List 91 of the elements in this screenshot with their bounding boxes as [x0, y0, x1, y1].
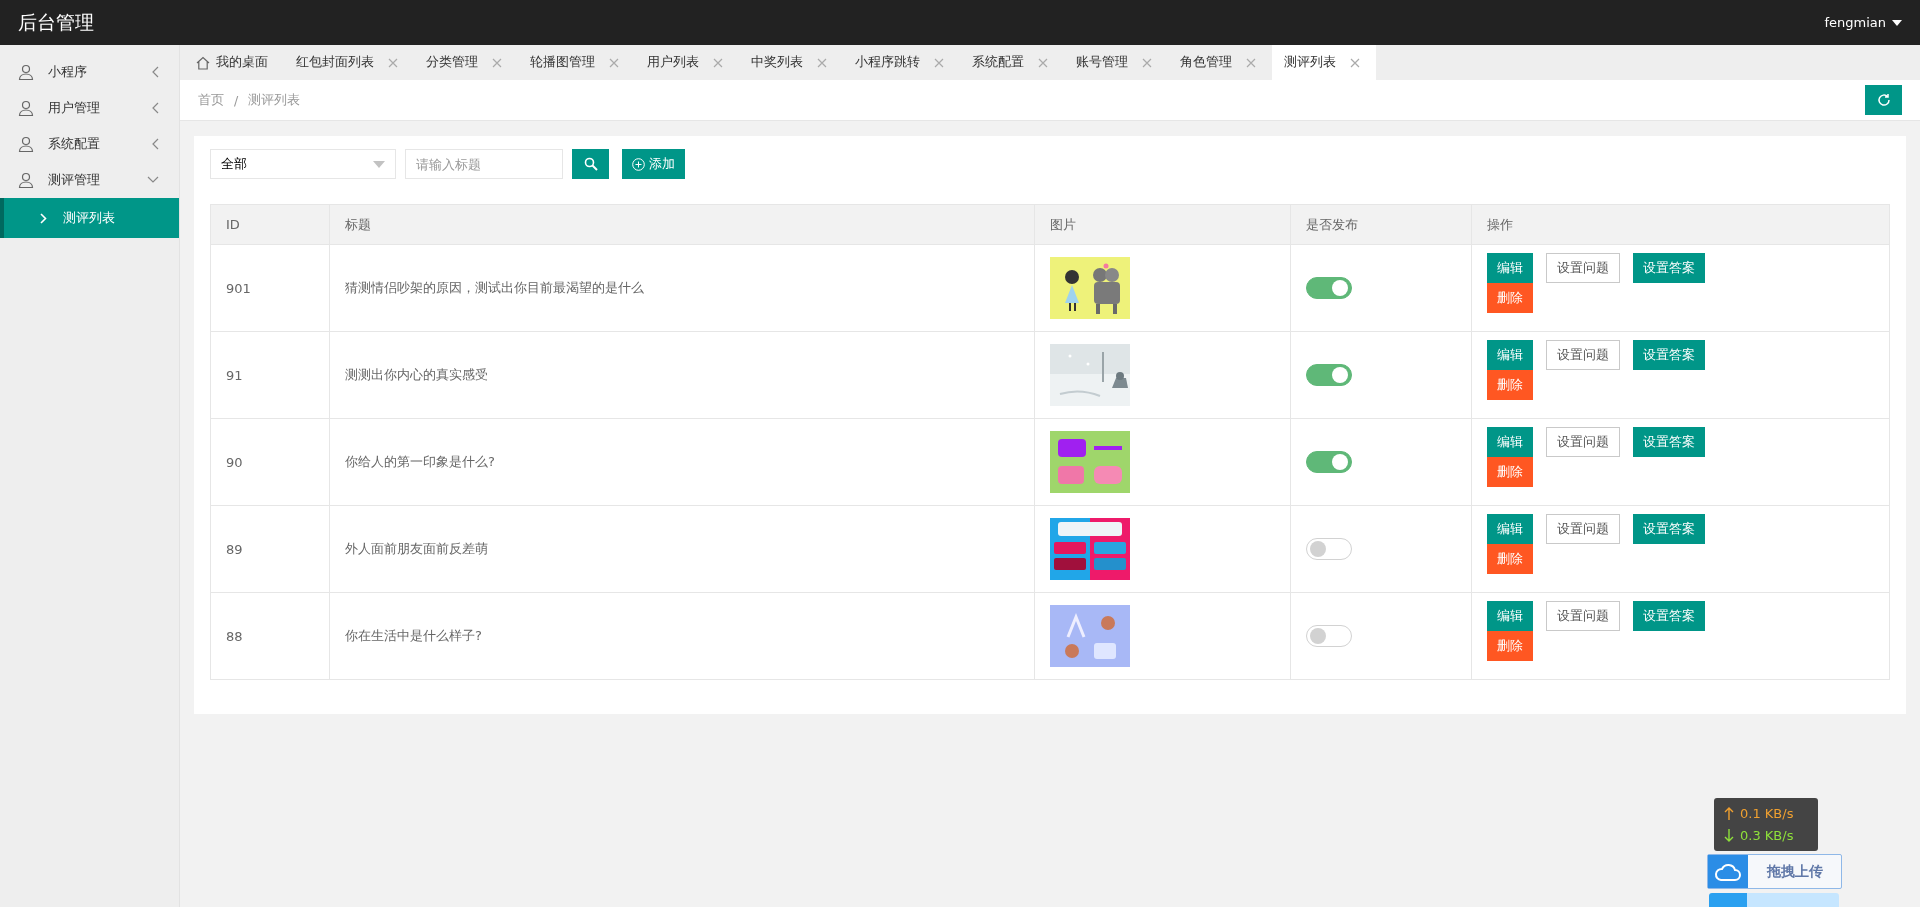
upload-speed: 0.1 KB/s [1740, 805, 1794, 821]
action-button[interactable]: 设置问题 [1546, 601, 1620, 631]
close-icon[interactable] [1246, 57, 1256, 68]
close-icon[interactable] [492, 57, 502, 68]
chevron-left-icon [151, 66, 159, 78]
cloud-icon [1714, 861, 1742, 882]
download-speed: 0.3 KB/s [1740, 828, 1794, 844]
table-cell: 测测出你内心的真实感受 [329, 331, 1035, 419]
table-cell: 901 [210, 244, 330, 332]
action-button[interactable]: 设置答案 [1633, 514, 1705, 544]
publish-switch[interactable] [1306, 364, 1352, 386]
refresh-button[interactable] [1865, 85, 1902, 115]
action-button[interactable]: 设置答案 [1633, 427, 1705, 457]
sidebar-item[interactable]: 小程序 [0, 54, 179, 90]
close-icon[interactable] [1350, 57, 1360, 68]
action-button[interactable]: 设置问题 [1546, 514, 1620, 544]
action-button[interactable]: 编辑 [1487, 253, 1533, 283]
action-button[interactable]: 设置问题 [1546, 427, 1620, 457]
tab[interactable]: 轮播图管理 [518, 45, 635, 80]
column-header: 标题 [329, 204, 1035, 245]
close-icon[interactable] [713, 57, 723, 68]
caret-icon [373, 160, 385, 168]
table-cell: 你给人的第一印象是什么? [329, 418, 1035, 506]
sidebar-item[interactable]: 用户管理 [0, 90, 179, 126]
user-menu[interactable]: fengmian [1824, 15, 1902, 30]
close-icon[interactable] [388, 57, 398, 68]
user-icon [18, 64, 34, 80]
tab[interactable]: 系统配置 [960, 45, 1064, 80]
tab[interactable]: 红包封面列表 [284, 45, 414, 80]
column-header: 是否发布 [1290, 204, 1472, 245]
chevron-right-icon [40, 212, 47, 224]
search-button[interactable] [572, 149, 609, 179]
sidebar-item[interactable]: 测评管理 [0, 162, 179, 198]
chevron-left-icon [151, 138, 159, 150]
action-button[interactable]: 设置答案 [1633, 340, 1705, 370]
tab[interactable]: 账号管理 [1064, 45, 1168, 80]
tab[interactable]: 测评列表 [1272, 45, 1376, 80]
action-button[interactable]: 编辑 [1487, 514, 1533, 544]
user-icon [18, 100, 34, 116]
tab[interactable]: 中奖列表 [739, 45, 843, 80]
table-cell: 90 [210, 418, 330, 506]
action-button[interactable]: 设置答案 [1633, 601, 1705, 631]
action-button[interactable]: 编辑 [1487, 601, 1533, 631]
close-icon[interactable] [1142, 57, 1152, 68]
publish-switch[interactable] [1306, 538, 1352, 560]
caret-icon [1892, 19, 1902, 26]
action-button[interactable]: 编辑 [1487, 340, 1533, 370]
add-button[interactable]: 添加 [622, 149, 685, 179]
sidebar-subitem[interactable]: 测评列表 [0, 198, 179, 238]
table-cell: 你在生活中是什么样子? [329, 592, 1035, 680]
breadcrumb-separator: / [234, 92, 239, 108]
publish-switch[interactable] [1306, 451, 1352, 473]
tab[interactable]: 角色管理 [1168, 45, 1272, 80]
table-cell: 88 [210, 592, 330, 680]
column-header: 操作 [1471, 204, 1890, 245]
table-cell: 外人面前朋友面前反差萌 [329, 505, 1035, 593]
user-icon [18, 136, 34, 152]
action-button[interactable]: 设置问题 [1546, 340, 1620, 370]
publish-switch[interactable] [1306, 625, 1352, 647]
tab[interactable]: 分类管理 [414, 45, 518, 80]
action-button[interactable]: 设置问题 [1546, 253, 1620, 283]
home-icon [196, 55, 210, 70]
arrow-up-icon [1724, 806, 1734, 820]
tab[interactable]: 用户列表 [635, 45, 739, 80]
close-icon[interactable] [1038, 57, 1048, 68]
search-icon [583, 157, 598, 171]
table-cell: 猜测情侣吵架的原因，测试出你目前最渴望的是什么 [329, 244, 1035, 332]
tab[interactable]: 小程序跳转 [843, 45, 960, 80]
action-button[interactable]: 编辑 [1487, 427, 1533, 457]
title-search-field[interactable]: 请输入标题 [405, 149, 563, 179]
chevron-left-icon [151, 102, 159, 114]
close-icon[interactable] [609, 57, 619, 68]
refresh-icon [1876, 93, 1891, 107]
close-icon[interactable] [934, 57, 944, 68]
column-header: ID [210, 204, 330, 245]
category-select[interactable]: 全部 [210, 149, 396, 179]
table-cell: 91 [210, 331, 330, 419]
chevron-down-icon [147, 176, 159, 184]
user-icon [18, 172, 34, 188]
upload-widget[interactable] [1709, 893, 1839, 907]
plus-circle-icon [632, 157, 645, 171]
sidebar-item[interactable]: 系统配置 [0, 126, 179, 162]
drag-upload-button[interactable]: 拖拽上传 [1707, 854, 1842, 889]
tab[interactable]: 我的桌面 [184, 45, 284, 80]
action-button[interactable]: 设置答案 [1633, 253, 1705, 283]
close-icon[interactable] [817, 57, 827, 68]
table-cell: 89 [210, 505, 330, 593]
app-title: 后台管理 [18, 9, 94, 35]
publish-switch[interactable] [1306, 277, 1352, 299]
column-header: 图片 [1034, 204, 1291, 245]
arrow-down-icon [1724, 829, 1734, 843]
